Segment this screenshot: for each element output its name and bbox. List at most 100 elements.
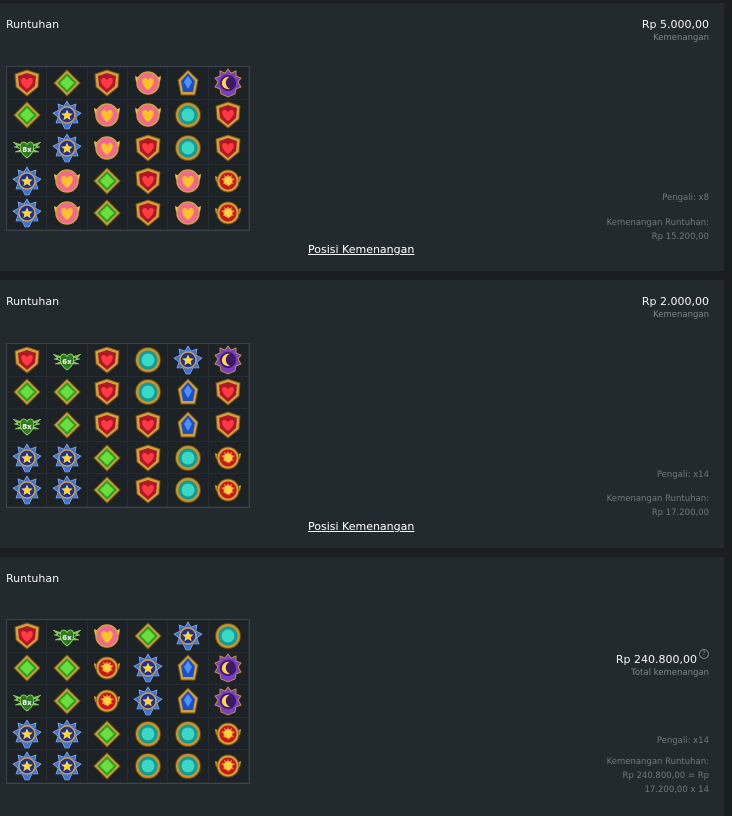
gem-teal-symbol [127,376,169,410]
heart-wing-icon [94,103,121,128]
heart-symbol [127,197,169,230]
wing-8x-symbol: 8x [7,685,48,718]
cascade-win-formula-cont: 17.200,00 x 14 [644,785,709,795]
win-position-link[interactable]: Posisi Kemenangan [308,243,414,256]
gem-green-symbol [47,685,88,718]
gem-green-symbol [7,99,48,133]
star-symbol [47,717,88,751]
gem-teal-symbol [168,474,209,507]
gem-teal-symbol [168,717,209,751]
gem-green-symbol [7,652,48,686]
star-symbol [7,474,48,507]
gem-blue-icon [177,654,199,681]
win-amount-label: Kemenangan [653,33,709,43]
heart-symbol [208,409,249,442]
star-symbol [168,344,209,377]
heart-icon [135,134,161,162]
sun-symbol [208,197,249,230]
gem-teal-symbol [168,132,209,165]
gem-teal-icon [174,753,201,780]
gem-green-symbol [87,474,128,507]
gem-teal-icon [134,346,161,373]
moon-symbol [208,344,249,377]
heart-wing-icon [134,71,161,95]
heart-icon [135,167,161,195]
star-symbol [7,717,48,751]
help-icon[interactable]: ? [699,649,709,659]
star-symbol [7,750,48,783]
sun-icon [215,169,242,193]
star-icon [12,198,42,228]
cascade-card-3: Runtuhan 6x 8x Rp 240.800,00 ? Total kem… [0,557,724,816]
gem-green-icon [93,752,122,780]
heart-icon [215,101,241,130]
heart-icon [215,378,241,407]
star-icon [52,100,82,130]
gem-green-symbol [87,750,128,783]
total-win-amount: Rp 240.800,00? [616,649,709,666]
heart-icon [135,476,161,504]
moon-icon [214,345,242,375]
win-amount-label: Kemenangan [653,310,709,320]
win-amount: Rp 5.000,00 [641,18,709,31]
win-position-link[interactable]: Posisi Kemenangan [308,520,414,533]
heart-wing-icon [53,201,80,225]
heart-wing-icon [134,103,161,128]
moon-icon [214,686,242,716]
heart-icon [14,346,40,374]
star-symbol [47,750,88,783]
gem-green-icon [53,654,81,683]
heart-symbol [7,67,48,100]
sun-symbol [208,717,249,751]
wing-6x-symbol: 6x [47,344,88,377]
star-icon [12,443,42,472]
gem-teal-symbol [127,717,169,751]
card-title: Runtuhan [6,295,60,308]
heart-symbol [208,99,249,133]
gem-green-symbol [47,652,88,686]
moon-symbol [208,67,249,100]
heart-icon [215,134,241,162]
gem-green-icon [12,101,41,130]
heart-wing-icon [94,136,121,160]
heart-icon [94,69,120,97]
heart-icon [14,69,40,97]
gem-blue-symbol [168,685,209,718]
gem-green-icon [93,166,122,195]
heart-wing-symbol [87,99,128,133]
multiplier-text: Pengali: x14 [656,736,709,746]
heart-symbol [7,344,48,377]
gem-teal-icon [134,720,161,747]
gem-teal-icon [134,753,161,780]
heart-icon [94,378,120,407]
sun-icon [215,201,242,225]
star-symbol [47,132,88,165]
gem-green-icon [93,476,122,504]
gem-blue-icon [177,687,199,714]
gem-teal-icon [174,444,201,471]
sun-icon [94,689,121,713]
gem-green-symbol [87,441,128,475]
gem-blue-icon [177,411,199,438]
moon-symbol [208,652,249,686]
star-symbol [47,474,88,507]
star-symbol [47,99,88,133]
gem-blue-symbol [168,376,209,410]
gem-green-icon [12,378,41,407]
cascade-win-value: Rp 17.200,00 [651,508,709,518]
reel-grid: 6x 8x [6,343,250,508]
sun-icon [215,722,242,746]
star-symbol [7,197,48,230]
heart-wing-symbol [47,164,88,198]
heart-icon [215,411,241,439]
star-symbol [127,652,169,686]
gem-teal-symbol [127,750,169,783]
gem-green-symbol [87,717,128,751]
gem-green-symbol [127,620,169,653]
heart-wing-symbol [87,620,128,653]
card-title: Runtuhan [6,18,60,31]
heart-symbol [127,409,169,442]
star-icon [52,751,82,781]
heart-symbol [127,474,169,507]
heart-symbol [208,132,249,165]
